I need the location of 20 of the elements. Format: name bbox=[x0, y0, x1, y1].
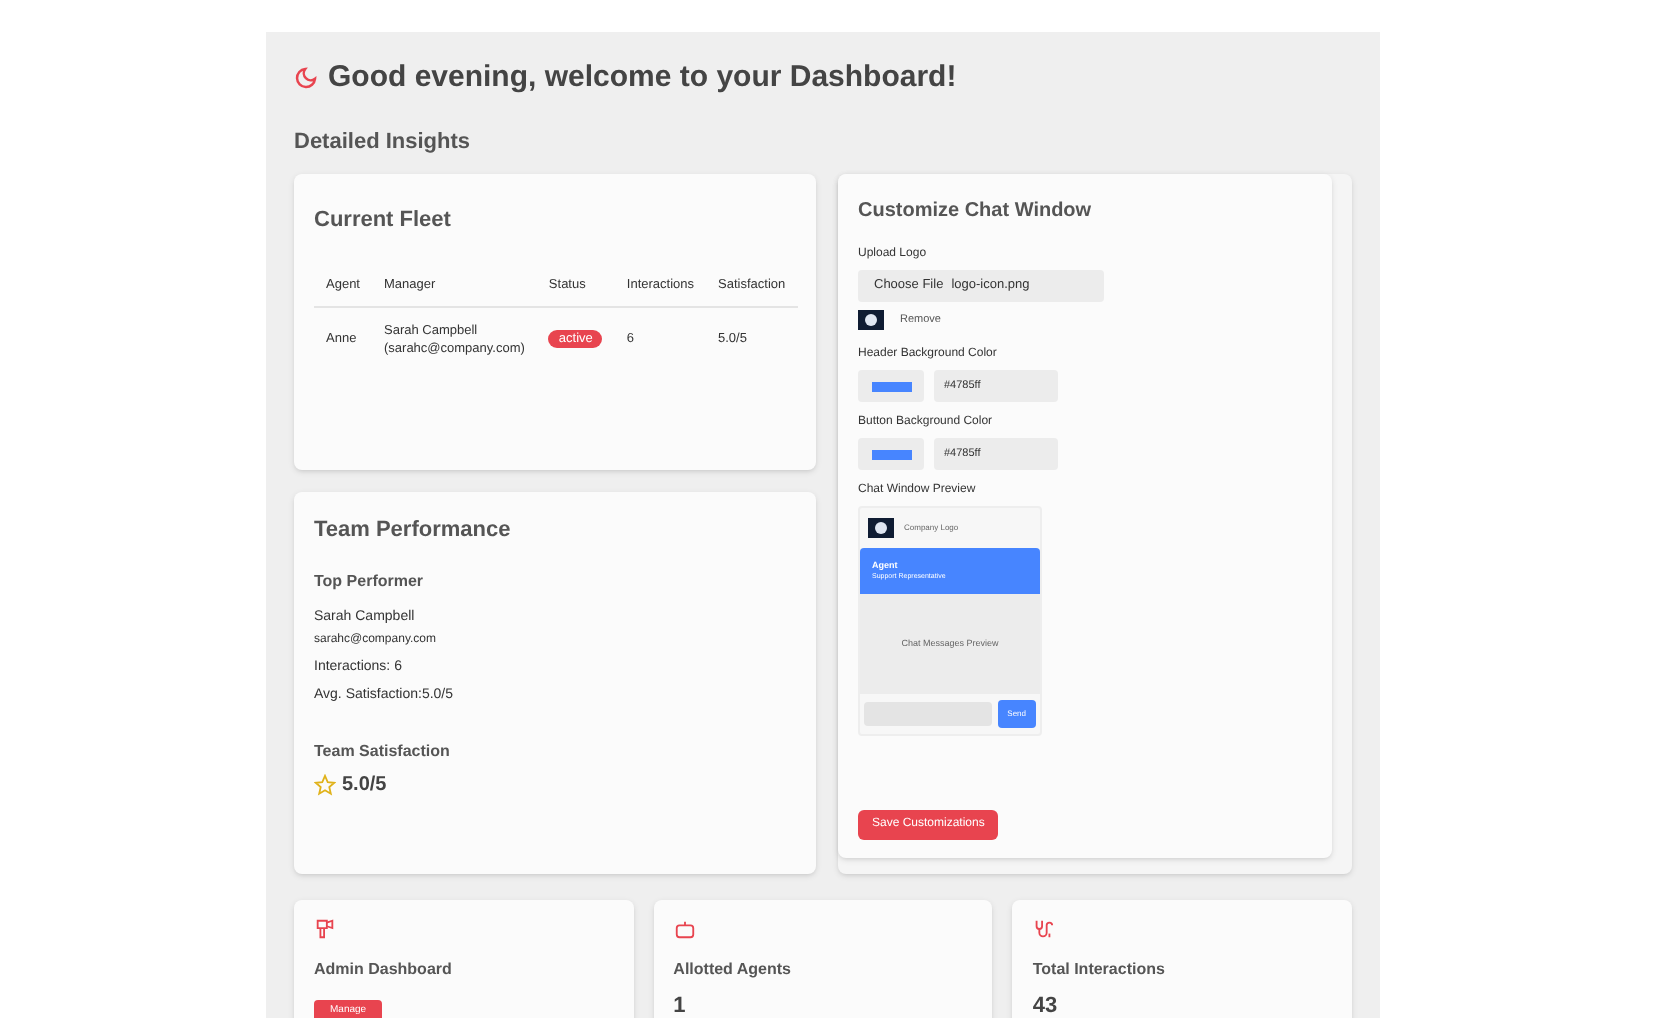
team-satisfaction-label: Team Satisfaction bbox=[314, 740, 450, 764]
moon-icon bbox=[294, 66, 318, 91]
stat-value: 43 bbox=[1032, 994, 1058, 1018]
card-title: Customize Chat Window bbox=[858, 198, 1092, 226]
card-title: Team Performance bbox=[314, 516, 511, 546]
robot-icon bbox=[673, 918, 696, 940]
team-satisfaction-value: 5.0/5 bbox=[342, 772, 387, 800]
color-picker[interactable] bbox=[858, 370, 924, 402]
logo-thumbnail bbox=[858, 310, 884, 330]
card-title: Current Fleet bbox=[314, 206, 451, 236]
color-picker[interactable] bbox=[858, 438, 924, 470]
greeting-title: Good evening, welcome to your Dashboard! bbox=[328, 58, 957, 98]
stat-value: 1 bbox=[673, 994, 686, 1018]
logo-thumbnail bbox=[868, 518, 894, 538]
stat-title: Total Interactions bbox=[1032, 958, 1165, 982]
stat-title: Admin Dashboard bbox=[314, 958, 452, 982]
star-icon bbox=[314, 774, 336, 796]
top-performer-label: Top Performer bbox=[314, 569, 424, 593]
section-title: Detailed Insights bbox=[294, 127, 471, 157]
stat-title: Allotted Agents bbox=[673, 958, 791, 982]
